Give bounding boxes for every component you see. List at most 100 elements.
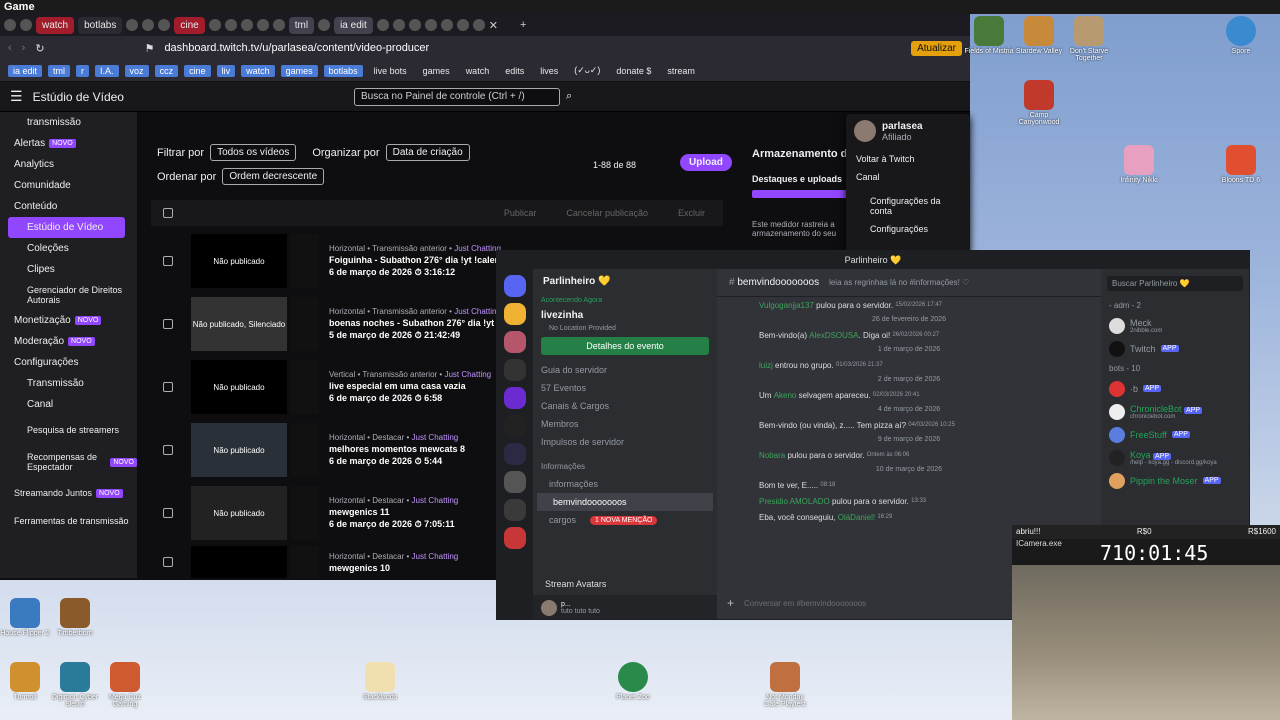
sidebar-item-stream-together[interactable]: Streamando Juntos NOVO (0, 479, 137, 507)
desktop-icon-house-flipper[interactable]: House Flipper 2 (0, 598, 50, 637)
menu-icon[interactable]: ☰ (10, 88, 23, 105)
reload-icon[interactable]: ↻ (35, 42, 44, 55)
desktop-icon-dont-starve[interactable]: Don't Starve Together (1064, 16, 1114, 62)
tab-icon[interactable] (318, 19, 331, 31)
category-info[interactable]: Informações (533, 457, 717, 475)
sidebar-item-streamer-search[interactable]: Pesquisa de streamers (0, 415, 137, 445)
desktop-icon-digimon[interactable]: Digimon Cyber Sleuth (50, 662, 100, 708)
member-item[interactable]: ·b APP (1101, 377, 1249, 400)
sidebar-item-copyright[interactable]: Gerenciador de Direitos Autorais (0, 280, 137, 310)
sidebar-item-collections[interactable]: Coleções (0, 238, 137, 259)
server-icon[interactable] (504, 359, 526, 381)
tab-icon[interactable] (224, 19, 237, 31)
tab-icon[interactable] (126, 19, 139, 31)
row-checkbox[interactable] (163, 319, 173, 329)
tab-icon[interactable] (4, 19, 16, 31)
row-category[interactable]: Just Chatting (412, 433, 459, 442)
sidebar-item-moderation[interactable]: Moderação NOVO (0, 331, 137, 352)
tab-icon[interactable] (142, 19, 155, 31)
thumbnail[interactable]: Não publicado (191, 423, 287, 477)
sidebar-item-channel[interactable]: Canal (0, 394, 137, 415)
sidebar-item[interactable]: transmissão (0, 112, 137, 133)
row-category[interactable]: Just Chatting (454, 244, 501, 253)
tab-icon[interactable] (208, 19, 221, 31)
row-category[interactable]: Just Chatting (454, 307, 501, 316)
bookmark-item[interactable]: live bots (369, 65, 412, 77)
server-icon[interactable] (504, 471, 526, 493)
bookmark-item[interactable]: ia edit (8, 64, 43, 77)
sidebar-item-community[interactable]: Comunidade (0, 175, 137, 196)
member-item[interactable]: Pippin the Moser APP (1101, 469, 1249, 492)
bookmark-item[interactable]: cine (184, 64, 211, 77)
member-item[interactable]: FreeStuff APP (1101, 423, 1249, 446)
desktop-icon-fields-of-mistria[interactable]: Fields of Mistria (964, 16, 1014, 55)
tab-icon[interactable] (240, 19, 253, 31)
bookmark-item[interactable]: watch (461, 65, 495, 77)
message-user[interactable]: Vulgoganjja137 (759, 301, 814, 310)
bookmark-item[interactable]: (✓ᴗ✓) (569, 64, 605, 77)
message-user[interactable]: Nobara (759, 451, 785, 460)
message-user[interactable]: luizj (759, 361, 773, 370)
bookmark-item[interactable]: watch (241, 64, 275, 77)
bookmark-item[interactable]: donate $ (611, 65, 656, 77)
channel-boosts[interactable]: Impulsos de servidor (533, 433, 717, 451)
thumbnail[interactable]: Não publicado, Silenciado (191, 297, 287, 351)
bookmark-item[interactable]: games (280, 64, 318, 77)
row-checkbox[interactable] (163, 445, 173, 455)
channel-info[interactable]: informações (533, 475, 717, 493)
sidebar-item-analytics[interactable]: Analytics (0, 154, 137, 175)
tab-watch[interactable]: watch (36, 16, 75, 34)
tab-botlabs[interactable]: botlabs (78, 16, 123, 34)
back-icon[interactable]: ‹ (8, 42, 12, 54)
filter-select[interactable]: Todos os vídeos (210, 144, 297, 161)
row-title[interactable]: mewgenics 10 (329, 563, 458, 573)
row-checkbox[interactable] (163, 557, 173, 567)
tab-cine[interactable]: cine (174, 16, 205, 34)
bookmark-icon[interactable]: ⚑ (145, 42, 155, 55)
row-title[interactable]: mewgenics 11 (329, 507, 458, 517)
server-icon[interactable] (504, 415, 526, 437)
message-user[interactable]: Akeno (774, 391, 797, 400)
tab-icon[interactable] (424, 19, 437, 31)
sidebar-item-stream[interactable]: Transmissão (0, 373, 137, 394)
desktop-icon-bloons[interactable]: Bloons TD 6 (1216, 145, 1266, 184)
bookmark-item[interactable]: botlabs (323, 64, 363, 77)
dropdown-settings[interactable]: Configurações (846, 218, 970, 234)
url-field[interactable]: dashboard.twitch.tv/u/parlasea/content/v… (164, 42, 901, 54)
tab-icon[interactable] (158, 19, 171, 31)
avatar[interactable] (541, 600, 557, 616)
channel-guide[interactable]: Guia do servidor (533, 361, 717, 379)
row-category[interactable]: Just Chatting (444, 370, 491, 379)
server-icon[interactable] (504, 303, 526, 325)
bookmark-item[interactable]: voz (124, 64, 149, 77)
bookmark-item[interactable]: games (418, 65, 455, 77)
desktop-icon-stacklands[interactable]: Stacklands (355, 662, 405, 701)
forward-icon[interactable]: › (22, 42, 26, 54)
member-item[interactable]: Koya APP/help - koya.gg - discord.gg/koy… (1101, 446, 1249, 469)
sidebar-item-monetization[interactable]: Monetização NOVO (0, 310, 137, 331)
tab-ia-edit[interactable]: ia edit (334, 16, 373, 34)
server-icon[interactable] (504, 331, 526, 353)
row-checkbox[interactable] (163, 382, 173, 392)
thumbnail[interactable]: Não publicado (191, 234, 287, 288)
tab-icon[interactable] (440, 19, 453, 31)
row-category[interactable]: Just Chatting (412, 552, 459, 561)
desktop-icon-spore[interactable]: Spore (1216, 16, 1266, 55)
message-input[interactable]: + Conversar em #bemvindooooooos (727, 591, 1007, 615)
publish-button[interactable]: Publicar (504, 208, 537, 218)
thumbnail[interactable]: Não publicado (191, 486, 287, 540)
sidebar-item-clips[interactable]: Clipes (0, 259, 137, 280)
desktop-icon-infinity-nikki[interactable]: Infinity Nikki (1114, 145, 1164, 184)
server-search[interactable]: Buscar Parlinheiro 💛 (1107, 275, 1243, 291)
tab-icon[interactable] (376, 19, 389, 31)
row-title[interactable]: live especial em uma casa vazia (329, 381, 491, 391)
dropdown-account-settings[interactable]: Configurações da conta (846, 184, 970, 218)
order-select[interactable]: Ordem decrescente (222, 168, 325, 185)
desktop-icon-timberborn[interactable]: Timberborn (50, 598, 100, 637)
server-icon[interactable] (504, 387, 526, 409)
desktop-icon-turmoil[interactable]: Turmoil (0, 662, 50, 701)
sidebar-item-content[interactable]: Conteúdo (0, 196, 137, 217)
member-item[interactable]: ChronicleBot APP chroniclebot.com (1101, 400, 1249, 423)
server-icon[interactable] (504, 443, 526, 465)
bookmark-item[interactable]: edits (500, 65, 529, 77)
